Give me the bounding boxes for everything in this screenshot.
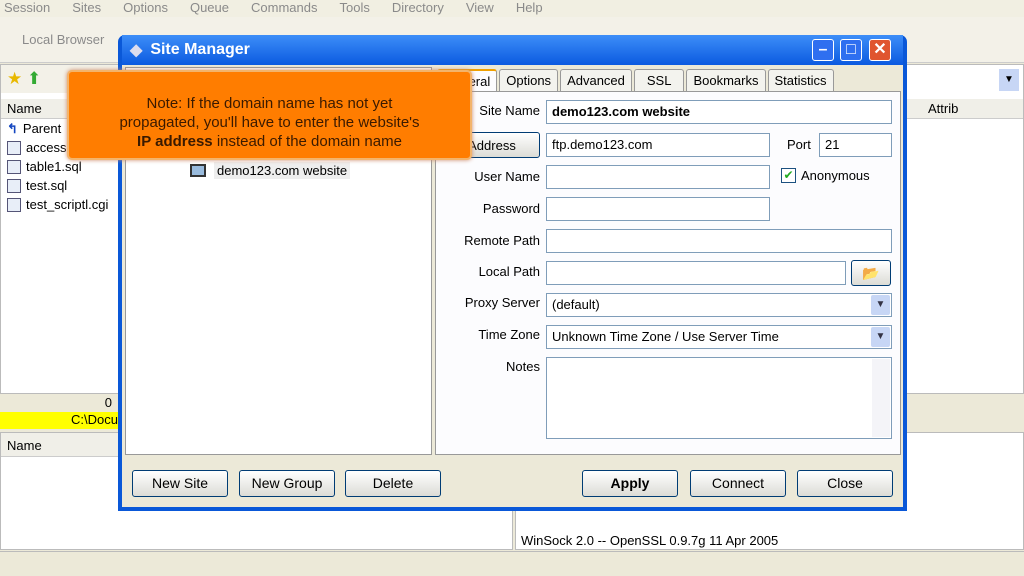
anonymous-label: Anonymous [801, 168, 870, 183]
minimize-button[interactable]: – [812, 39, 834, 61]
status-bar [0, 551, 1024, 576]
note-line-2: propagated, you'll have to enter the web… [119, 114, 420, 131]
user-name-input[interactable] [546, 165, 770, 189]
notes-textarea[interactable] [546, 357, 892, 439]
note-bold: IP address [137, 133, 213, 150]
file-count: 0 [104, 395, 112, 410]
menu-session[interactable]: Session [4, 0, 50, 17]
remote-path-input[interactable] [546, 229, 892, 253]
user-name-label: User Name [474, 169, 540, 184]
file-icon [7, 178, 21, 193]
notes-label: Notes [506, 359, 540, 374]
maximize-button[interactable]: □ [840, 39, 862, 61]
menu-directory[interactable]: Directory [392, 0, 444, 17]
site-name-input[interactable]: demo123.com website [546, 100, 892, 124]
connect-button[interactable]: Connect [690, 470, 786, 497]
note-line-3: instead of the domain name [212, 133, 402, 150]
favorites-star-icon[interactable]: ★ [7, 69, 22, 88]
apply-button[interactable]: Apply [582, 470, 678, 497]
general-tab-panel: Site Name demo123.com website Address ft… [435, 91, 901, 455]
local-path-label: Local Path [478, 264, 540, 279]
local-path-input[interactable] [546, 261, 846, 285]
dialog-titlebar[interactable]: ◆ Site Manager – □ ✕ [122, 35, 903, 65]
password-label: Password [482, 201, 540, 216]
up-folder-icon[interactable]: ⬆ [27, 69, 41, 88]
log-line: WinSock 2.0 -- OpenSSL 0.9.7g 11 Apr 200… [521, 533, 779, 548]
site-manager-icon: ◆ [130, 42, 143, 59]
local-path: C:\Docu [0, 412, 120, 429]
menu-queue[interactable]: Queue [190, 0, 229, 17]
tree-item-site[interactable]: demo123.com website [190, 162, 351, 179]
close-window-button[interactable]: ✕ [869, 39, 891, 61]
port-input[interactable]: 21 [819, 133, 892, 157]
file-icon [7, 140, 21, 155]
new-group-button[interactable]: New Group [239, 470, 335, 497]
close-button[interactable]: Close [797, 470, 893, 497]
delete-button[interactable]: Delete [345, 470, 441, 497]
tab-strip: General Options Advanced SSL Bookmarks S… [437, 69, 834, 91]
address-input[interactable]: ftp.demo123.com [546, 133, 770, 157]
menu-tools[interactable]: Tools [339, 0, 369, 17]
tab-bookmarks[interactable]: Bookmarks [686, 69, 766, 91]
menu-view[interactable]: View [466, 0, 494, 17]
file-icon [7, 197, 21, 212]
dialog-title: Site Manager [150, 41, 250, 58]
anonymous-checkbox[interactable]: ✔ [781, 168, 796, 183]
note-callout: Note: If the domain name has not yet pro… [67, 70, 472, 160]
menu-help[interactable]: Help [516, 0, 543, 17]
port-label: Port [787, 137, 811, 152]
computer-icon [190, 164, 206, 177]
new-site-button[interactable]: New Site [132, 470, 228, 497]
chevron-down-icon[interactable]: ▼ [999, 69, 1019, 91]
file-icon [7, 159, 21, 174]
chevron-down-icon[interactable]: ▼ [871, 295, 890, 315]
time-zone-label: Time Zone [478, 327, 540, 342]
tab-advanced[interactable]: Advanced [560, 69, 632, 91]
password-input[interactable] [546, 197, 770, 221]
chevron-down-icon[interactable]: ▼ [871, 327, 890, 347]
menu-sites[interactable]: Sites [72, 0, 101, 17]
remote-path-label: Remote Path [464, 233, 540, 248]
time-zone-select[interactable]: Unknown Time Zone / Use Server Time ▼ [546, 325, 892, 349]
tab-ssl[interactable]: SSL [633, 69, 685, 91]
parent-dir-icon: ↰ [7, 120, 18, 136]
proxy-server-select[interactable]: (default) ▼ [546, 293, 892, 317]
tab-options[interactable]: Options [499, 69, 559, 91]
proxy-server-label: Proxy Server [464, 295, 540, 310]
menu-options[interactable]: Options [123, 0, 168, 17]
notes-scrollbar[interactable] [872, 359, 890, 437]
menu-bar: Session Sites Options Queue Commands Too… [0, 0, 1024, 17]
browse-folder-icon[interactable]: 📂 [851, 260, 891, 286]
note-line-1: Note: If the domain name has not yet [146, 95, 393, 112]
menu-commands[interactable]: Commands [251, 0, 317, 17]
tab-statistics[interactable]: Statistics [767, 69, 834, 91]
local-browser-label[interactable]: Local Browser [22, 32, 104, 47]
